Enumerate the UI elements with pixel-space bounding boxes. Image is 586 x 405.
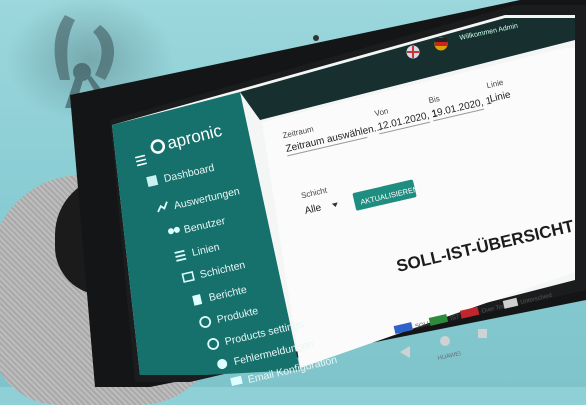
back-icon [400,346,410,358]
recents-icon [478,329,487,338]
home-icon [440,336,450,346]
tablet-device: apronic Willkommen Admin Dashboard Auswe… [70,0,586,387]
tablet-brand-text: HUAWEI [437,351,462,362]
email-icon [230,375,243,386]
front-camera [313,35,319,41]
tablet-screen [112,15,575,375]
